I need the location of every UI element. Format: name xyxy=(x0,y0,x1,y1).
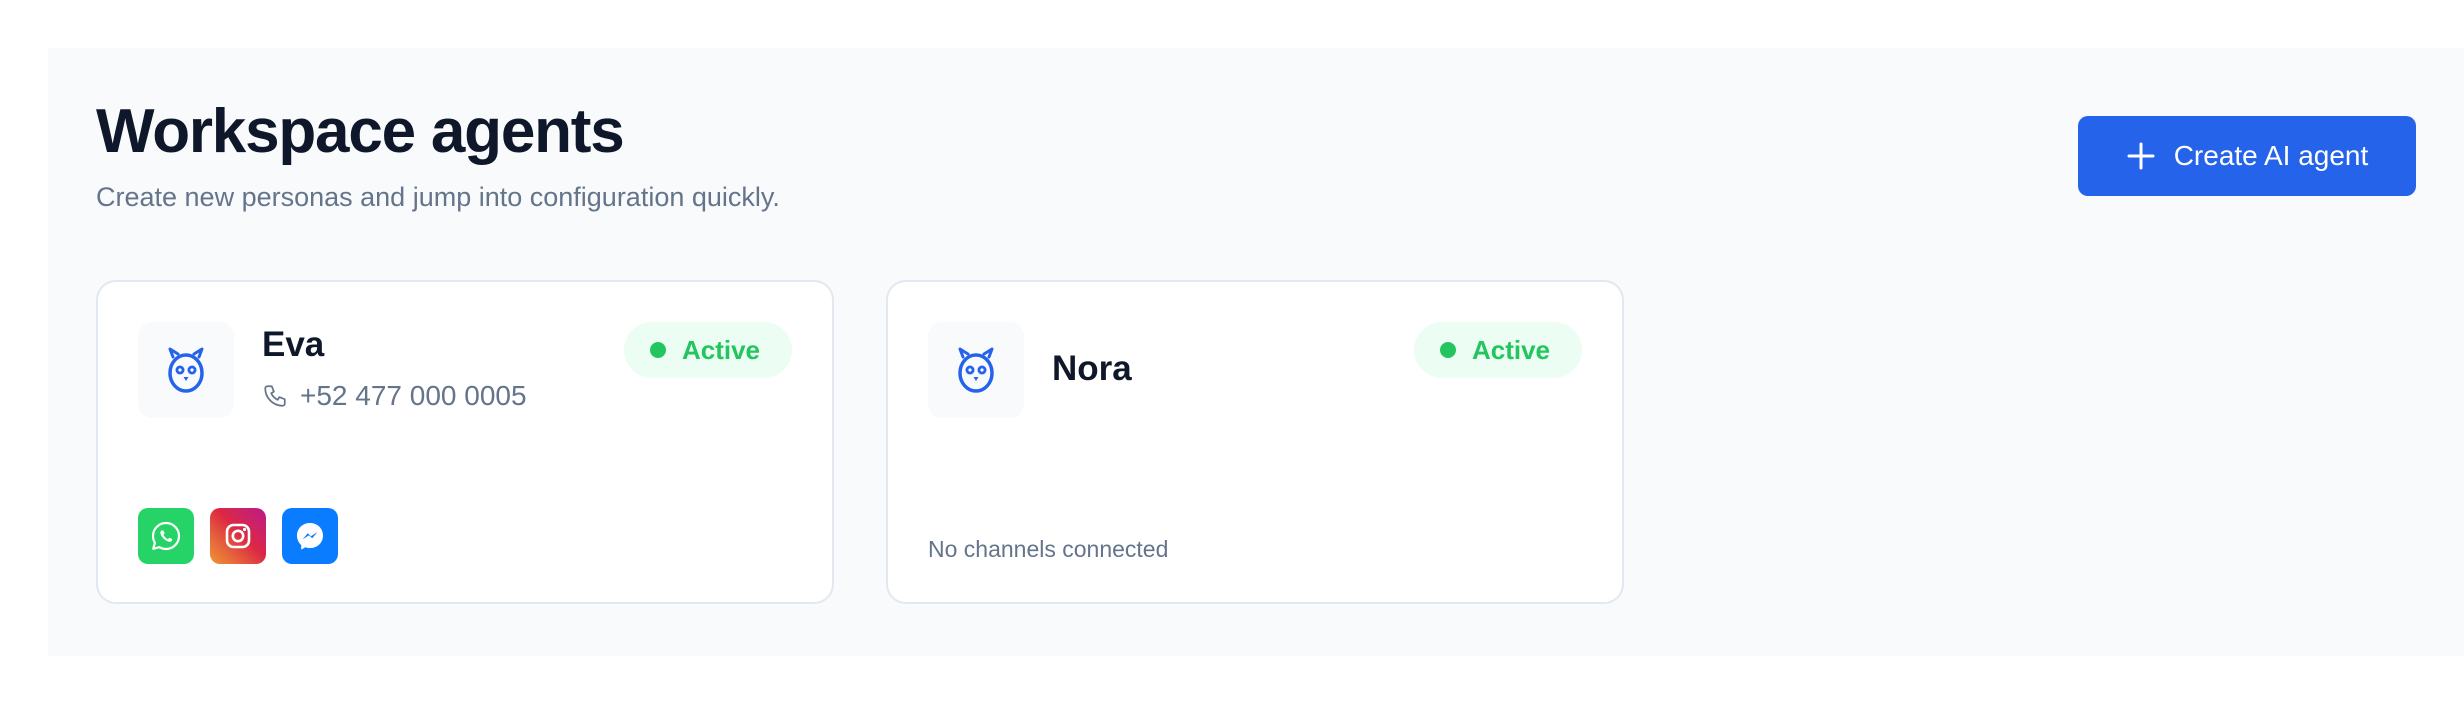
agent-phone: +52 477 000 0005 xyxy=(262,380,527,412)
no-channels-text: No channels connected xyxy=(928,536,1169,562)
channel-list xyxy=(138,508,338,564)
plus-icon xyxy=(2127,142,2155,170)
agent-card-eva[interactable]: Eva +52 477 000 0005 Active xyxy=(96,280,834,604)
status-badge: Active xyxy=(623,322,792,378)
agents-panel: Workspace agents Create new personas and… xyxy=(48,48,2464,656)
owl-icon xyxy=(168,347,204,393)
agent-card-nora[interactable]: Nora Active No channels connected xyxy=(886,280,1624,604)
create-ai-agent-label: Create AI agent xyxy=(2173,140,2369,171)
whatsapp-glyph xyxy=(151,521,181,551)
status-label: Active xyxy=(1471,334,1550,365)
create-ai-agent-button[interactable]: Create AI agent xyxy=(2078,116,2416,196)
agent-avatar xyxy=(138,322,234,418)
agent-name: Eva xyxy=(262,325,325,364)
whatsapp-icon[interactable] xyxy=(138,508,194,564)
status-dot xyxy=(1439,342,1456,358)
agent-name: Nora xyxy=(1052,349,1132,388)
status-badge: Active xyxy=(1413,322,1582,378)
messenger-icon[interactable] xyxy=(282,508,338,564)
page-subtitle: Create new personas and jump into config… xyxy=(96,182,780,212)
messenger-glyph xyxy=(297,523,323,550)
instagram-icon[interactable] xyxy=(210,508,266,564)
agent-phone-number: +52 477 000 0005 xyxy=(300,380,527,411)
instagram-glyph xyxy=(225,523,251,549)
status-label: Active xyxy=(681,334,760,365)
page-title: Workspace agents xyxy=(96,97,625,166)
status-dot xyxy=(649,342,666,358)
phone-icon xyxy=(264,385,286,407)
owl-icon xyxy=(958,347,994,393)
agent-avatar xyxy=(928,322,1024,418)
